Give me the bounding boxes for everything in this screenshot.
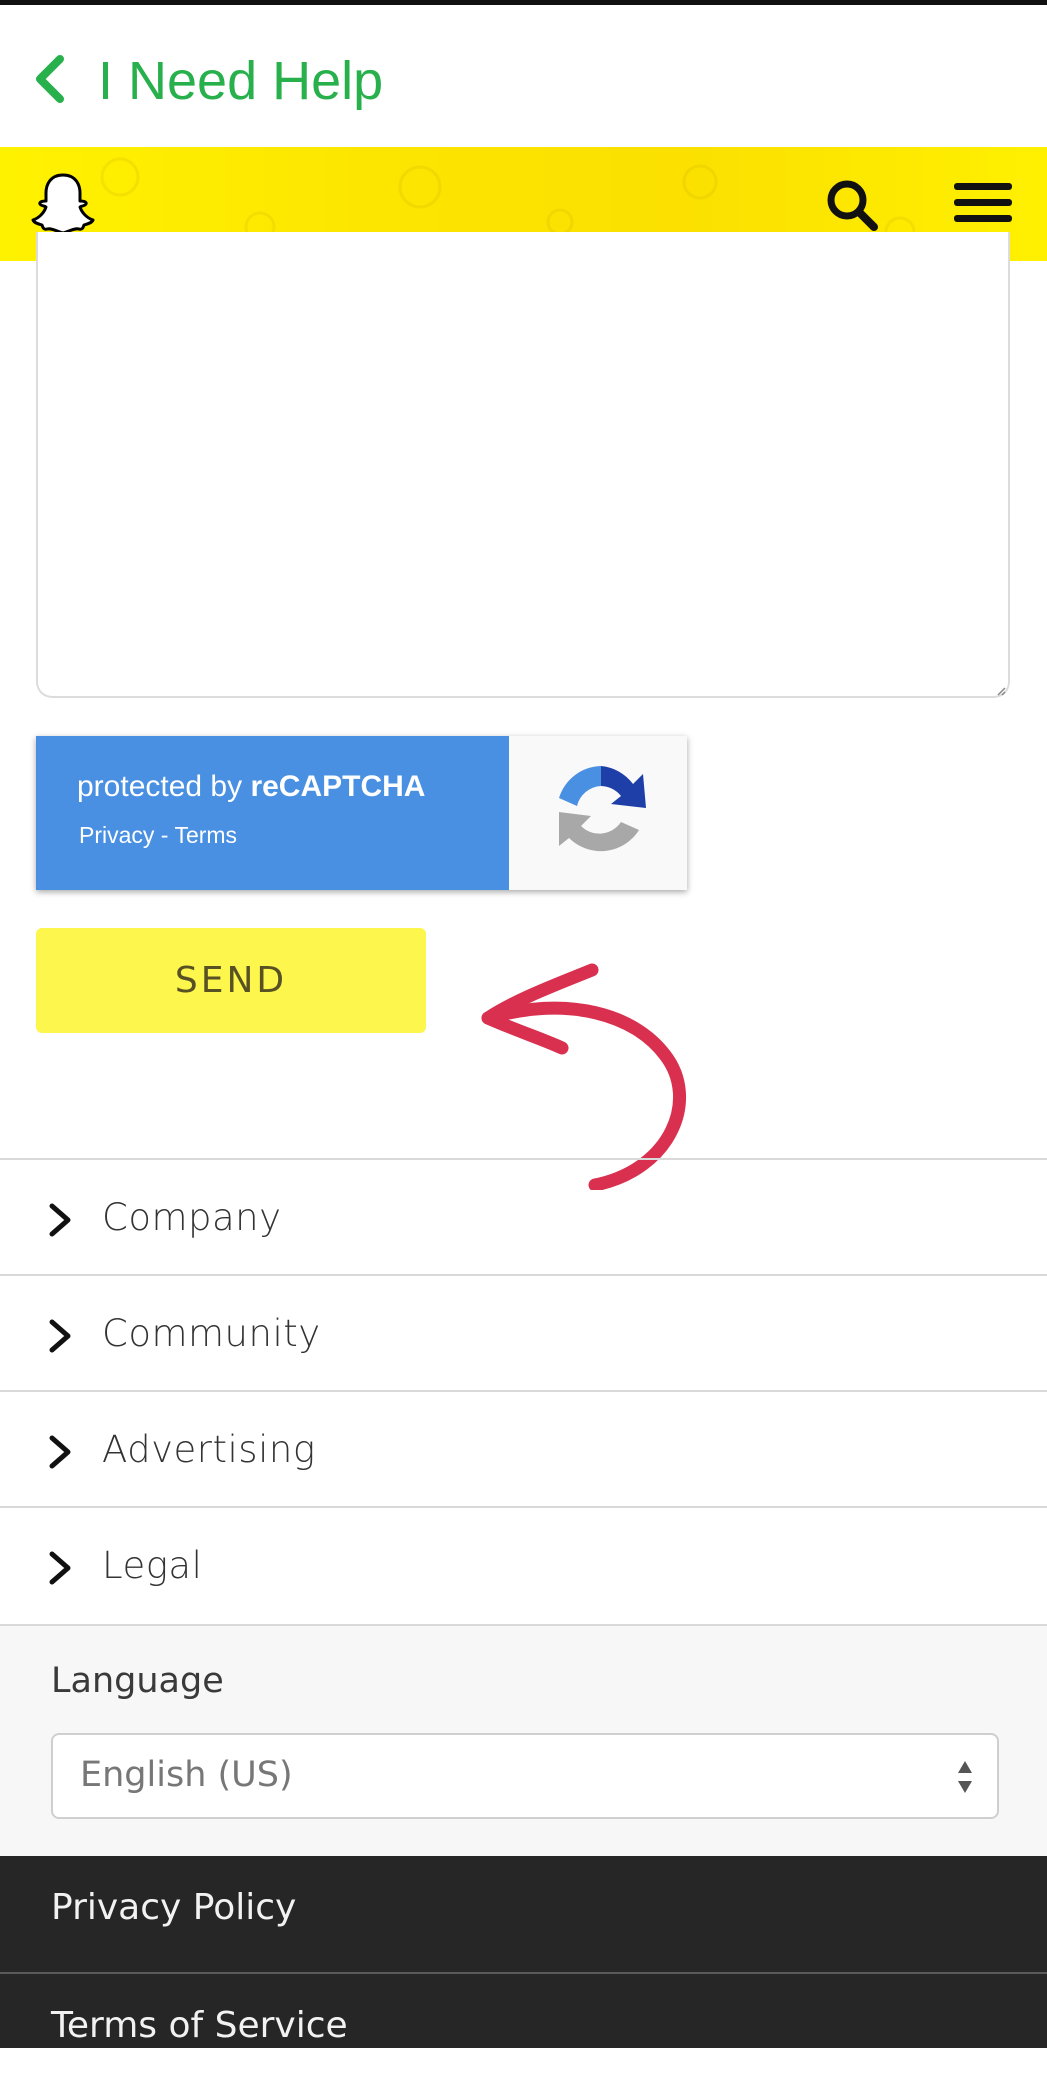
footer-item-label: Advertising	[102, 1428, 316, 1471]
recaptcha-protected-by: protected by	[77, 770, 251, 803]
footer-item-advertising[interactable]: Advertising	[0, 1390, 1047, 1506]
language-selected-value: English (US)	[80, 1755, 293, 1795]
chevron-left-icon[interactable]	[32, 53, 68, 105]
legal-footer: Privacy Policy Terms of Service	[0, 1856, 1047, 2048]
recaptcha-terms-link[interactable]: Terms	[174, 822, 237, 848]
recaptcha-privacy-link[interactable]: Privacy	[79, 822, 154, 848]
footer-item-community[interactable]: Community	[0, 1274, 1047, 1390]
recaptcha-logo-icon	[559, 766, 646, 852]
page-header: I Need Help	[0, 5, 1047, 147]
recaptcha-text: protected by reCAPTCHA	[77, 770, 425, 804]
terms-of-service-link[interactable]: Terms of Service	[0, 1974, 1047, 2090]
recaptcha-brand: reCAPTCHA	[250, 770, 426, 803]
page-title: I Need Help	[98, 51, 384, 111]
terms-of-service-label: Terms of Service	[51, 2005, 348, 2046]
footer-nav: Company Community Advertising Legal	[0, 1158, 1047, 1622]
chevron-right-icon	[49, 1203, 71, 1237]
footer-item-label: Company	[102, 1196, 282, 1239]
chevron-right-icon	[49, 1435, 71, 1469]
recaptcha-badge: protected by reCAPTCHA Privacy - Terms	[36, 736, 687, 890]
search-icon[interactable]	[824, 177, 880, 233]
resize-handle-icon[interactable]	[996, 686, 1006, 696]
chevron-right-icon	[49, 1551, 71, 1585]
footer-item-label: Legal	[102, 1544, 203, 1587]
footer-item-legal[interactable]: Legal	[0, 1506, 1047, 1622]
recaptcha-links: Privacy - Terms	[79, 822, 237, 849]
annotation-arrow-icon	[481, 963, 687, 1190]
language-section: Language English (US)	[0, 1624, 1047, 1856]
send-button[interactable]: SEND	[36, 928, 426, 1033]
message-textarea[interactable]	[36, 232, 1010, 698]
hamburger-menu-icon[interactable]	[952, 177, 1014, 229]
language-label: Language	[51, 1661, 224, 1701]
privacy-policy-link[interactable]: Privacy Policy	[0, 1856, 1047, 1972]
footer-item-label: Community	[102, 1312, 321, 1355]
select-arrows-icon	[958, 1761, 972, 1793]
recaptcha-panel: protected by reCAPTCHA Privacy - Terms	[36, 736, 509, 890]
language-select[interactable]: English (US)	[51, 1733, 999, 1819]
footer-item-company[interactable]: Company	[0, 1158, 1047, 1274]
recaptcha-separator: -	[154, 822, 175, 848]
snapchat-ghost-icon[interactable]	[28, 169, 98, 239]
privacy-policy-label: Privacy Policy	[51, 1887, 297, 1928]
chevron-right-icon	[49, 1319, 71, 1353]
